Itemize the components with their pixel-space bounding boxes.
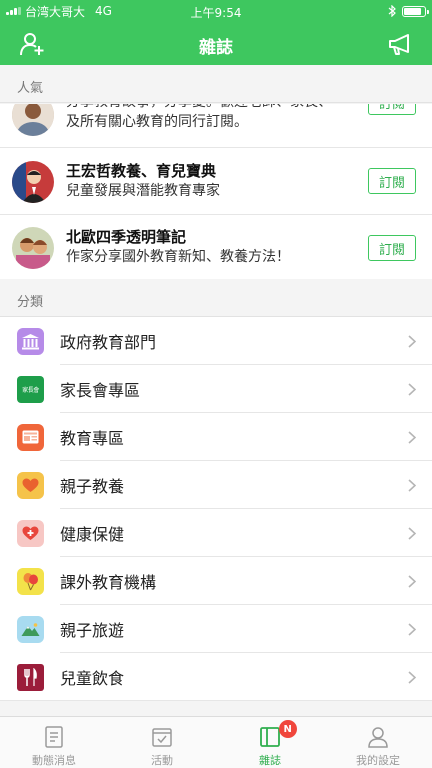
add-friend-button[interactable] — [18, 30, 46, 58]
chevron-right-icon — [408, 478, 416, 492]
education-tablet-icon — [17, 423, 44, 451]
balloon-icon — [17, 567, 44, 595]
activity-checkbox-icon — [152, 728, 172, 747]
magazine-row[interactable]: 分享教育故事，分享愛。歡迎老師、家長、 及所有關心教育的同行訂閱。 訂閱 — [0, 104, 432, 148]
magazine-row[interactable]: 北歐四季透明筆記 作家分享國外教育新知、教養方法！ 訂閱 — [0, 215, 432, 280]
section-label-categories: 分類 — [0, 279, 432, 317]
category-item[interactable]: 課外教育機構 — [0, 557, 432, 605]
battery-icon — [402, 5, 429, 17]
magazine-description: 兒童發展與潛能教育專家 — [66, 183, 220, 199]
app-header: 台湾大哥大 4G 上午9:54 雜誌 — [0, 0, 432, 65]
magazine-name: 王宏哲教養、育兒寶典 — [66, 162, 217, 180]
magazine-avatar — [12, 104, 54, 136]
category-item[interactable]: 親子旅遊 — [0, 605, 432, 653]
tab-label: 活動 — [151, 754, 173, 767]
chevron-right-icon — [408, 430, 416, 444]
bluetooth-icon — [388, 5, 396, 17]
news-feed-icon — [45, 726, 63, 748]
category-item[interactable]: 兒童飲食 — [0, 653, 432, 701]
health-heart-plus-icon — [17, 519, 44, 547]
magazine-avatar — [12, 227, 54, 269]
magazine-description: 作家分享國外教育新知、教養方法！ — [66, 249, 290, 265]
magazine-row[interactable]: 王宏哲教養、育兒寶典 兒童發展與潛能教育專家 訂閱 — [0, 148, 432, 215]
subscribe-button[interactable]: 訂閱 — [368, 104, 416, 115]
chevron-right-icon — [408, 670, 416, 684]
category-label: 課外教育機構 — [60, 573, 157, 592]
fork-knife-icon — [17, 663, 44, 691]
tab-magazine[interactable]: 雜誌 N — [216, 717, 324, 768]
network-type: 4G — [95, 4, 112, 18]
magazine-description: 分享教育故事，分享愛。歡迎老師、家長、 — [66, 104, 352, 112]
category-label: 兒童飲食 — [60, 669, 125, 688]
add-user-icon — [20, 32, 44, 55]
category-label: 親子旅遊 — [60, 621, 125, 640]
category-label: 政府教育部門 — [60, 333, 157, 352]
signal-strength-icon — [6, 7, 21, 15]
status-bar: 台湾大哥大 4G 上午9:54 — [0, 0, 432, 22]
category-label: 親子教養 — [60, 477, 125, 496]
tab-news-feed[interactable]: 動態消息 — [0, 717, 108, 768]
category-item[interactable]: 家長會 家長會專區 — [0, 365, 432, 413]
announcement-button[interactable] — [386, 30, 414, 58]
subscribe-button[interactable]: 訂閱 — [368, 168, 416, 194]
category-label: 教育專區 — [60, 429, 125, 448]
chevron-right-icon — [408, 382, 416, 396]
tab-activities[interactable]: 活動 — [108, 717, 216, 768]
profile-icon — [368, 727, 388, 748]
tab-label: 雜誌 — [259, 754, 281, 767]
magazine-description: 及所有關心教育的同行訂閱。 — [66, 114, 248, 130]
carrier-name: 台湾大哥大 — [25, 4, 86, 19]
popular-magazine-list: 分享教育故事，分享愛。歡迎老師、家長、 及所有關心教育的同行訂閱。 訂閱 王宏哲… — [0, 104, 432, 280]
category-label: 家長會專區 — [60, 381, 141, 400]
heart-icon — [17, 471, 44, 499]
category-item[interactable]: 親子教養 — [0, 461, 432, 509]
mountain-travel-icon — [17, 615, 44, 643]
megaphone-icon — [389, 33, 409, 55]
category-list: 政府教育部門 家長會 家長會專區 教育專區 親子教養 健康保健 課外教育機構 親… — [0, 317, 432, 701]
chevron-right-icon — [408, 622, 416, 636]
category-item[interactable]: 教育專區 — [0, 413, 432, 461]
category-item[interactable]: 健康保健 — [0, 509, 432, 557]
tab-my-settings[interactable]: 我的設定 — [324, 717, 432, 768]
section-label-popular: 人氣 — [0, 65, 432, 103]
notification-badge: N — [278, 720, 297, 738]
parents-association-icon: 家長會 — [17, 375, 44, 403]
magazine-name: 北歐四季透明筆記 — [66, 228, 187, 246]
tab-label: 動態消息 — [32, 754, 76, 767]
tab-label: 我的設定 — [356, 754, 400, 767]
category-item[interactable]: 政府教育部門 — [0, 317, 432, 365]
bottom-tab-bar: 動態消息 活動 雜誌 N 我的設定 — [0, 716, 432, 768]
chevron-right-icon — [408, 334, 416, 348]
chevron-right-icon — [408, 574, 416, 588]
subscribe-button[interactable]: 訂閱 — [368, 235, 416, 261]
government-building-icon — [17, 327, 44, 355]
chevron-right-icon — [408, 526, 416, 540]
category-label: 健康保健 — [60, 525, 125, 544]
magazine-avatar — [12, 161, 54, 203]
